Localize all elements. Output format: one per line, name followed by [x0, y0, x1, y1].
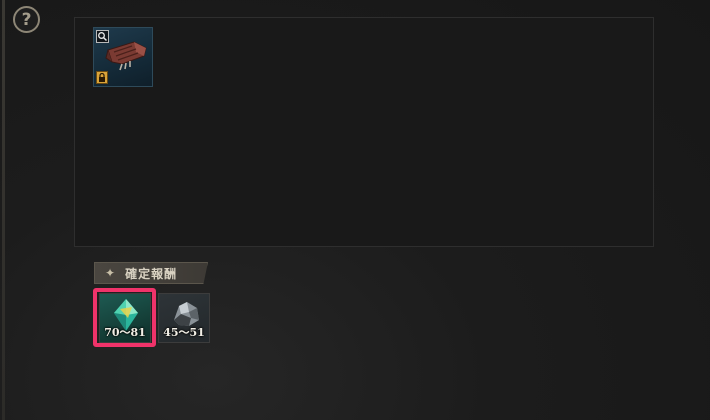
gear-gauntlet-icon — [105, 41, 147, 71]
left-border-line — [2, 0, 5, 420]
lock-badge-icon — [96, 71, 108, 84]
item-panel — [74, 17, 654, 247]
reward-item-ore[interactable]: 45～51 — [158, 293, 210, 343]
confirmed-reward-header: ✦ 確定報酬 — [94, 262, 208, 284]
item-slot[interactable] — [93, 27, 153, 87]
reward-highlight-frame — [93, 288, 156, 347]
help-icon: ? — [21, 9, 32, 30]
reward-range-text: 45～51 — [163, 326, 205, 339]
star-icon: ✦ — [105, 266, 116, 280]
section-title: 確定報酬 — [125, 266, 178, 281]
help-button[interactable]: ? — [13, 6, 40, 33]
